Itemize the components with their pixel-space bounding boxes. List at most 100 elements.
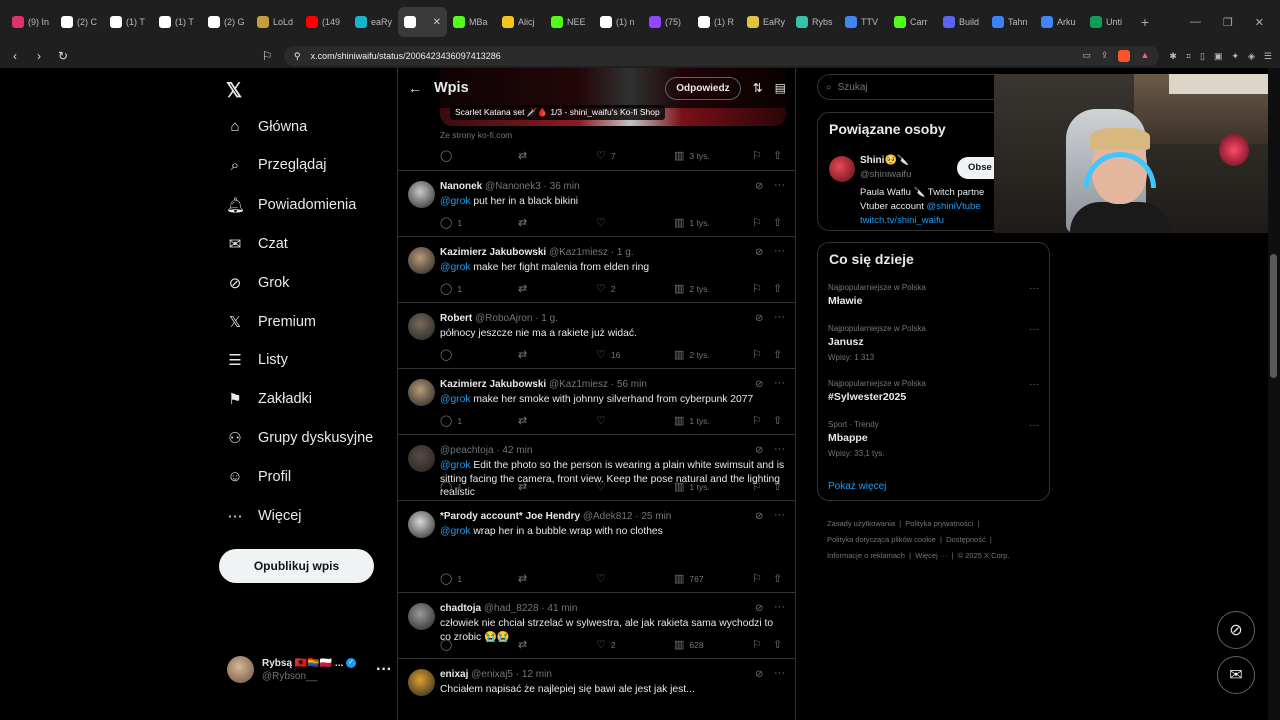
grok-explain-icon[interactable]: ⊘	[755, 379, 763, 390]
reply-action[interactable]: ◯ 1	[440, 414, 462, 427]
author-meta[interactable]: @peachtoja · 42 min	[440, 445, 532, 456]
mention-link[interactable]: @grok	[440, 394, 470, 405]
share-action[interactable]: ⇧	[773, 282, 782, 295]
reload-icon[interactable]: ↻	[56, 49, 70, 63]
reply-action[interactable]: ◯	[440, 348, 457, 361]
browser-tab[interactable]: eaRy	[349, 7, 398, 37]
scrollbar-thumb[interactable]	[1270, 254, 1277, 378]
reader-icon[interactable]: ▤	[775, 81, 786, 95]
footer-link[interactable]: Polityka prywatności	[905, 519, 973, 528]
new-tab-button[interactable]: +	[1133, 14, 1157, 30]
bio-mention[interactable]: @shiniVtube	[927, 201, 981, 212]
grok-explain-icon[interactable]: ⊘	[755, 181, 763, 192]
reply-button[interactable]: Odpowiedz	[665, 76, 741, 100]
author-meta[interactable]: @Adek812 · 25 min	[583, 511, 672, 522]
menu-icon[interactable]: ☰	[1264, 51, 1272, 62]
brave-rewards-icon[interactable]: ▲	[1140, 50, 1149, 62]
maximize-icon[interactable]: ❐	[1223, 16, 1233, 29]
repost-action[interactable]: ⇄	[518, 414, 527, 427]
browser-tab[interactable]: NEE	[545, 7, 594, 37]
more-options-icon[interactable]: ···	[1029, 379, 1039, 390]
avatar[interactable]	[408, 181, 435, 208]
site-info-icon[interactable]: ⚲	[294, 51, 301, 62]
trend-item[interactable]: Najpopularniejsze w Polska Janusz Wpisy: 1…	[828, 324, 1043, 362]
mention-link[interactable]: @grok	[440, 526, 470, 537]
reply-action[interactable]: ◯	[440, 149, 452, 162]
browser-tab[interactable]: (1) R	[692, 7, 741, 37]
author-name[interactable]: Kazimierz Jakubowski	[440, 379, 546, 390]
share-action[interactable]: ⇧	[773, 414, 782, 427]
bookmark-action[interactable]: ⚐	[752, 282, 762, 295]
avatar[interactable]	[829, 156, 855, 182]
minimize-icon[interactable]: —	[1190, 16, 1201, 29]
reply-post[interactable]: chadtoja @had_8228 · 41 min ⊘ ··· człowiek …	[398, 592, 795, 658]
trend-item[interactable]: Sport · Trendy Mbappe Wpisy: 33,1 tys. ···	[828, 420, 1043, 458]
account-more-icon[interactable]: ···	[376, 661, 392, 679]
reply-action[interactable]: ◯ 1	[440, 480, 462, 493]
like-action[interactable]: ♡ 2	[596, 638, 616, 651]
browser-tab[interactable]: (149	[300, 7, 349, 37]
trend-item[interactable]: Najpopularniejsze w Polska #Sylwester2025…	[828, 379, 1043, 403]
views-action[interactable]: ▥ 1 tys.	[674, 216, 710, 229]
mention-link[interactable]: @grok	[440, 460, 470, 471]
grok-fab-button[interactable]: ⊘	[1217, 611, 1255, 649]
mention-link[interactable]: @grok	[440, 262, 470, 273]
share-action[interactable]: ⇧	[773, 216, 782, 229]
share-action[interactable]: ⇧	[773, 149, 782, 162]
more-options-icon[interactable]: ···	[774, 667, 785, 679]
views-action[interactable]: ▥ 3 tys.	[674, 149, 710, 162]
account-switcher[interactable]: Rybsą 🇦🇱🏳️‍🌈🇵🇱 ... ✓ @Rybson__ ···	[227, 656, 392, 683]
related-name[interactable]: Shini🥺🔪	[860, 155, 909, 166]
browser-tab[interactable]: (75)	[643, 7, 692, 37]
repost-action[interactable]: ⇄	[518, 216, 527, 229]
browser-tab[interactable]: ✕	[398, 7, 447, 37]
forward-arrow-icon[interactable]: ›	[32, 49, 46, 63]
avatar[interactable]	[408, 511, 435, 538]
browser-tab[interactable]: LoLd	[251, 7, 300, 37]
bookmark-action[interactable]: ⚐	[752, 480, 762, 493]
browser-tab[interactable]: Arku	[1035, 7, 1084, 37]
repost-action[interactable]: ⇄	[518, 149, 527, 162]
nav-item[interactable]: ☺ Profil	[226, 468, 291, 485]
like-action[interactable]: ♡	[596, 414, 611, 427]
reply-action[interactable]: ◯	[440, 638, 457, 651]
author-meta[interactable]: @Kaz1miesz · 56 min	[549, 379, 647, 390]
more-options-icon[interactable]: ···	[774, 179, 785, 191]
browser-tab[interactable]: Tahn	[986, 7, 1035, 37]
nav-item[interactable]: 𝕏 Premium	[226, 313, 316, 331]
brave-shield-icon[interactable]	[1118, 50, 1131, 62]
nav-item[interactable]: ⚇ Grupy dyskusyjne	[226, 429, 373, 447]
views-action[interactable]: ▥ 2 tys.	[674, 282, 710, 295]
more-options-icon[interactable]: ···	[774, 443, 785, 455]
repost-action[interactable]: ⇄	[518, 572, 527, 585]
more-options-icon[interactable]: ···	[774, 601, 785, 613]
share-icon[interactable]: ⇪	[1101, 50, 1109, 62]
like-action[interactable]: ♡	[596, 216, 611, 229]
bookmark-action[interactable]: ⚐	[752, 572, 762, 585]
browser-tab[interactable]: (2) C	[55, 7, 104, 37]
messages-fab-button[interactable]: ✉	[1217, 656, 1255, 694]
author-meta[interactable]: @Nanonek3 · 36 min	[485, 181, 580, 192]
tab-close-icon[interactable]: ✕	[433, 17, 441, 28]
browser-tab[interactable]: (1) n	[594, 7, 643, 37]
avatar[interactable]	[408, 379, 435, 406]
author-meta[interactable]: @RoboAjron · 1 g.	[475, 313, 558, 324]
avatar[interactable]	[408, 669, 435, 696]
more-options-icon[interactable]: ···	[1029, 324, 1039, 335]
extensions-icon[interactable]: ✱	[1169, 51, 1177, 62]
nav-item[interactable]: ⚑ Zakładki	[226, 390, 312, 408]
cast-icon[interactable]: ▭	[1082, 50, 1091, 62]
footer-link[interactable]: Zasady użytkowania	[827, 519, 895, 528]
like-action[interactable]: ♡ 16	[596, 348, 620, 361]
views-action[interactable]: ▥ 628	[674, 638, 704, 651]
page-scrollbar[interactable]	[1268, 68, 1280, 720]
nav-item[interactable]: ✉ Czat	[226, 235, 288, 253]
nav-item[interactable]: ⌕ Przeglądaj	[226, 157, 327, 174]
link-card-source[interactable]: Ze strony ko-fi.com	[440, 130, 512, 140]
avatar[interactable]	[408, 445, 435, 472]
footer-link[interactable]: Polityka dotycząca plików cookie	[827, 535, 936, 544]
browser-tab[interactable]: Carr	[888, 7, 937, 37]
nav-item[interactable]: ⋯ Więcej	[226, 507, 302, 525]
more-options-icon[interactable]: ···	[1029, 420, 1039, 431]
like-action[interactable]: ♡	[596, 480, 611, 493]
